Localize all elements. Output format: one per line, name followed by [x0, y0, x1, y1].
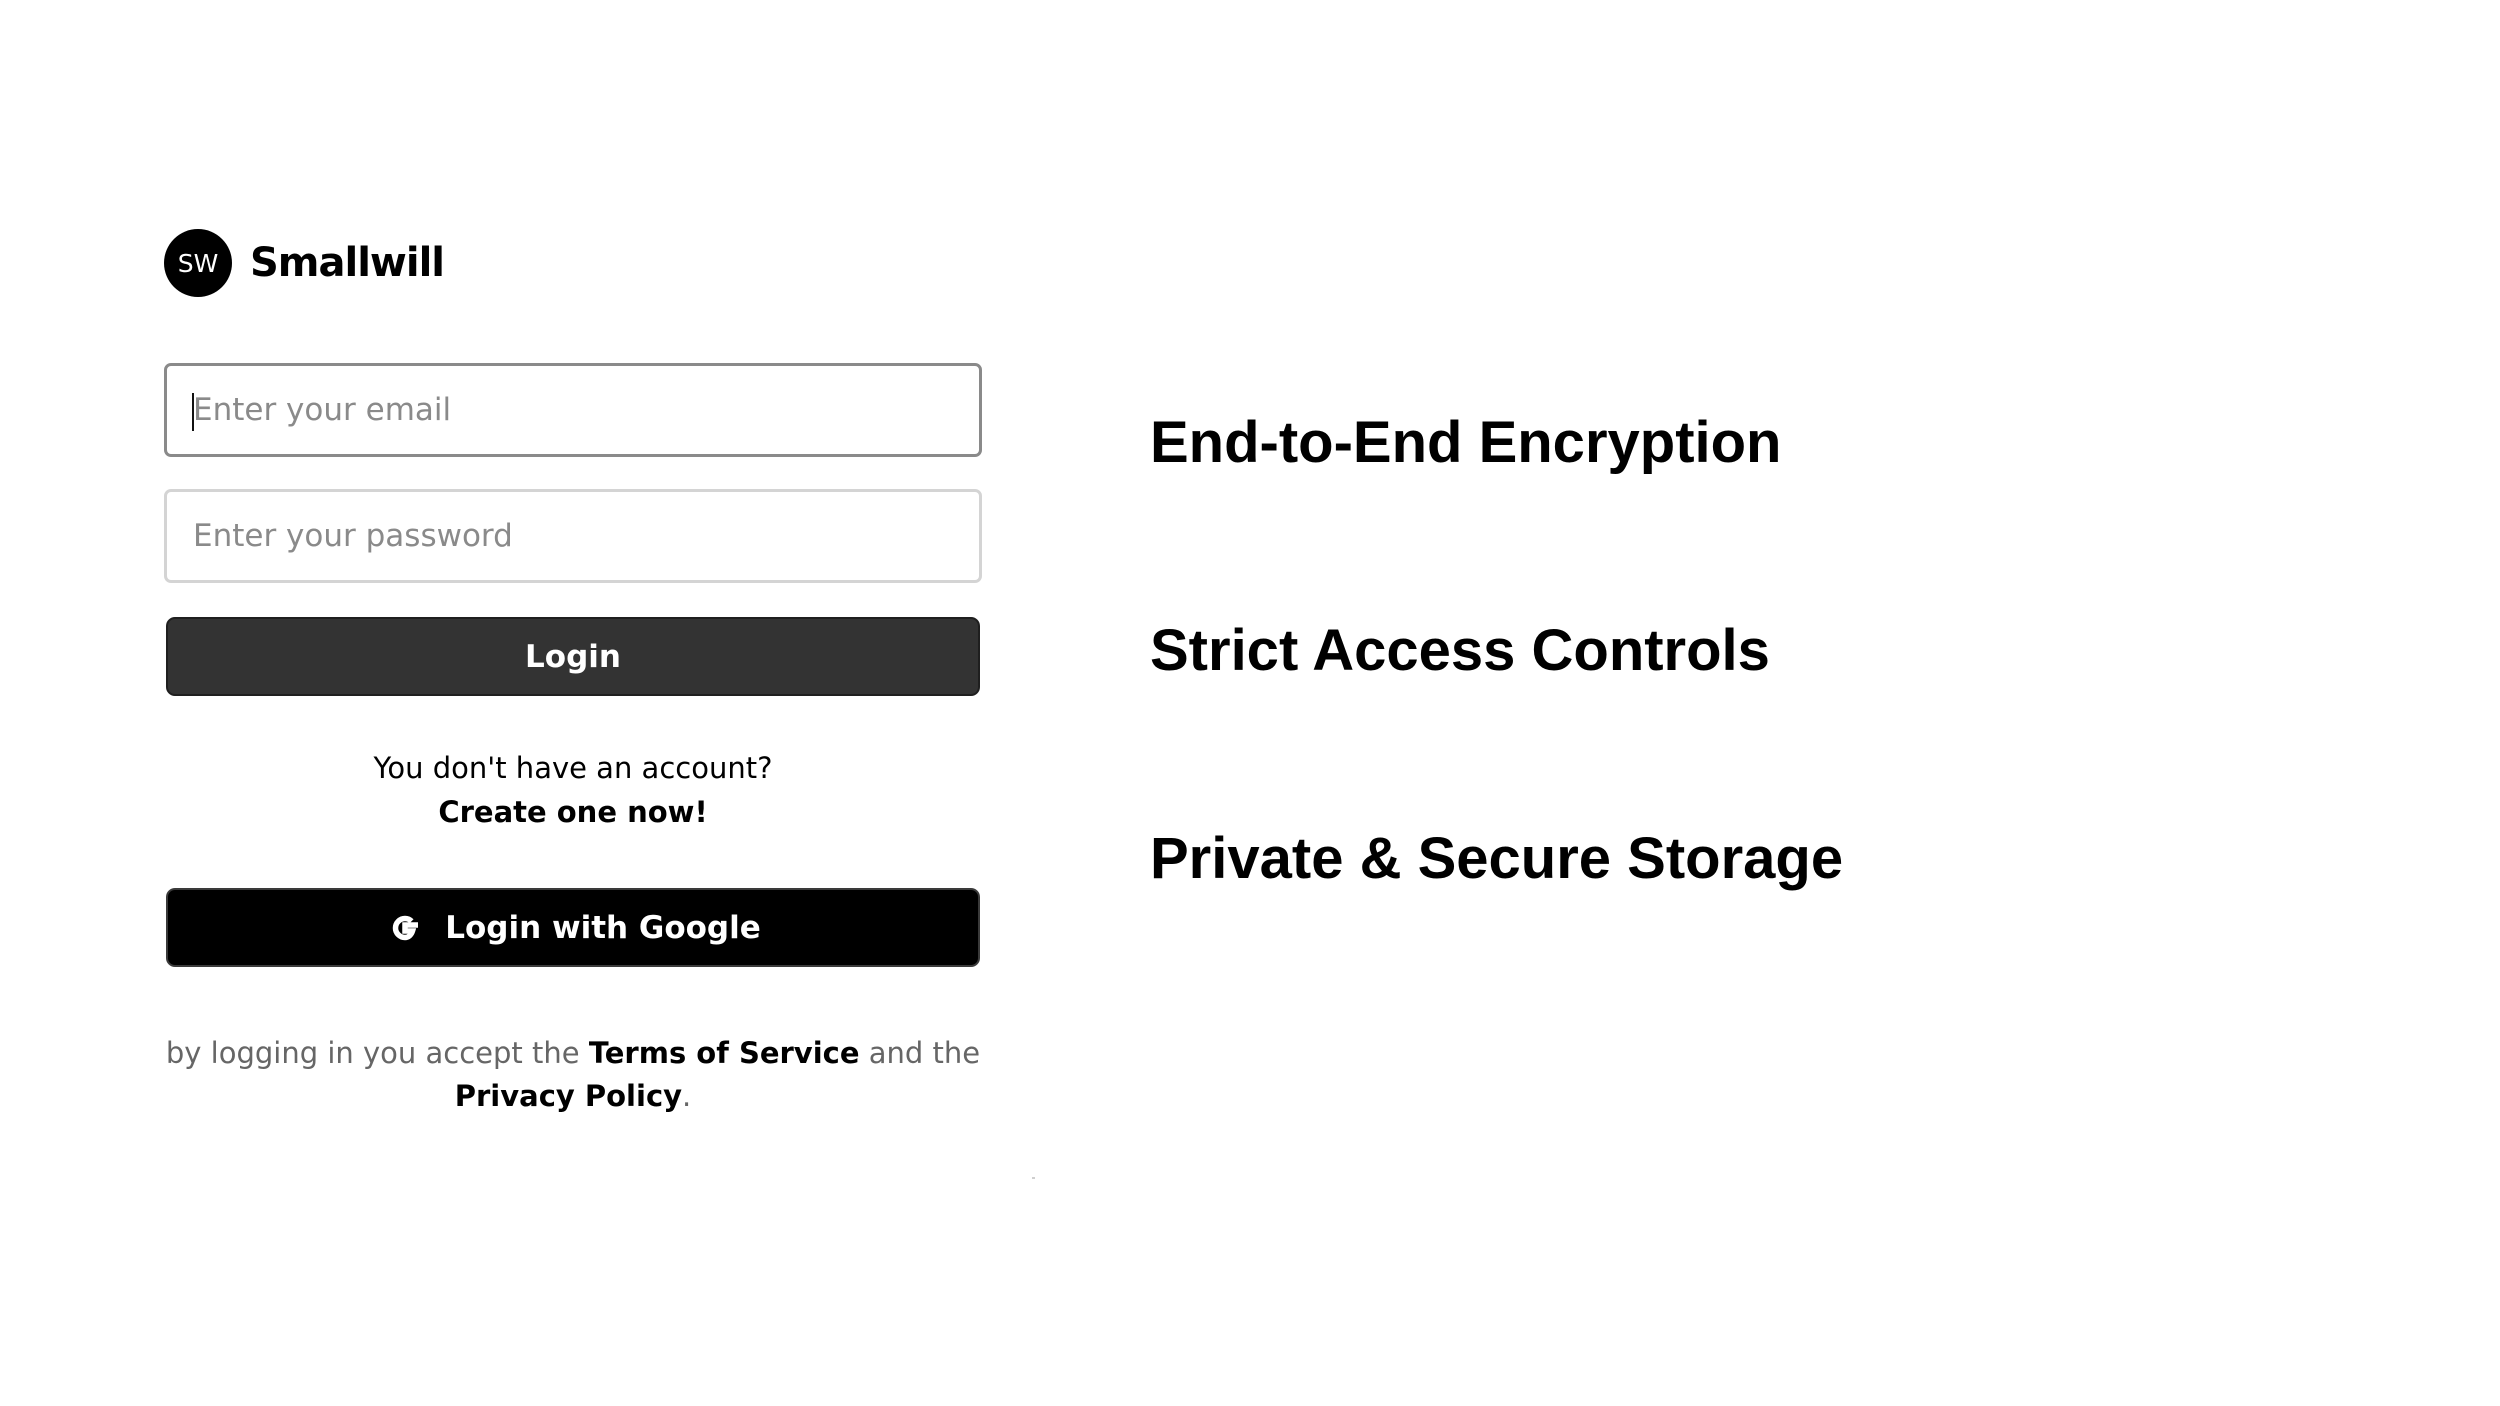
- privacy-policy-link[interactable]: Privacy Policy: [455, 1079, 682, 1113]
- brand-header: SW Smallwill: [164, 228, 982, 298]
- google-login-button[interactable]: Login with Google: [166, 888, 980, 967]
- signup-prompt: You don't have an account?: [373, 751, 773, 785]
- brand-name: Smallwill: [250, 240, 445, 286]
- create-account-link[interactable]: Create one now!: [164, 790, 982, 834]
- feature-secure-storage: Private & Secure Storage: [1150, 826, 1844, 891]
- terms-prefix: by logging in you accept the: [165, 1036, 589, 1070]
- login-panel: SW Smallwill Login You don't have an acc…: [164, 228, 982, 1113]
- terms-of-service-link[interactable]: Terms of Service: [589, 1036, 860, 1070]
- email-field[interactable]: [164, 363, 982, 457]
- brand-logo-text: SW: [177, 248, 219, 278]
- google-g-icon: [392, 915, 419, 940]
- password-field[interactable]: [164, 489, 982, 583]
- signup-prompt-block: You don't have an account? Create one no…: [164, 746, 982, 834]
- feature-access-controls: Strict Access Controls: [1150, 618, 1770, 683]
- terms-middle: and the: [859, 1036, 981, 1070]
- text-cursor: [192, 393, 194, 431]
- google-login-label: Login with Google: [445, 909, 761, 946]
- stray-dot: [1032, 1177, 1035, 1179]
- login-button-label: Login: [525, 638, 621, 675]
- terms-notice: by logging in you accept the Terms of Se…: [164, 1032, 982, 1118]
- brand-logo: SW: [164, 229, 232, 297]
- terms-suffix: .: [682, 1079, 692, 1113]
- feature-encryption: End-to-End Encryption: [1150, 410, 1782, 475]
- login-button[interactable]: Login: [166, 617, 980, 696]
